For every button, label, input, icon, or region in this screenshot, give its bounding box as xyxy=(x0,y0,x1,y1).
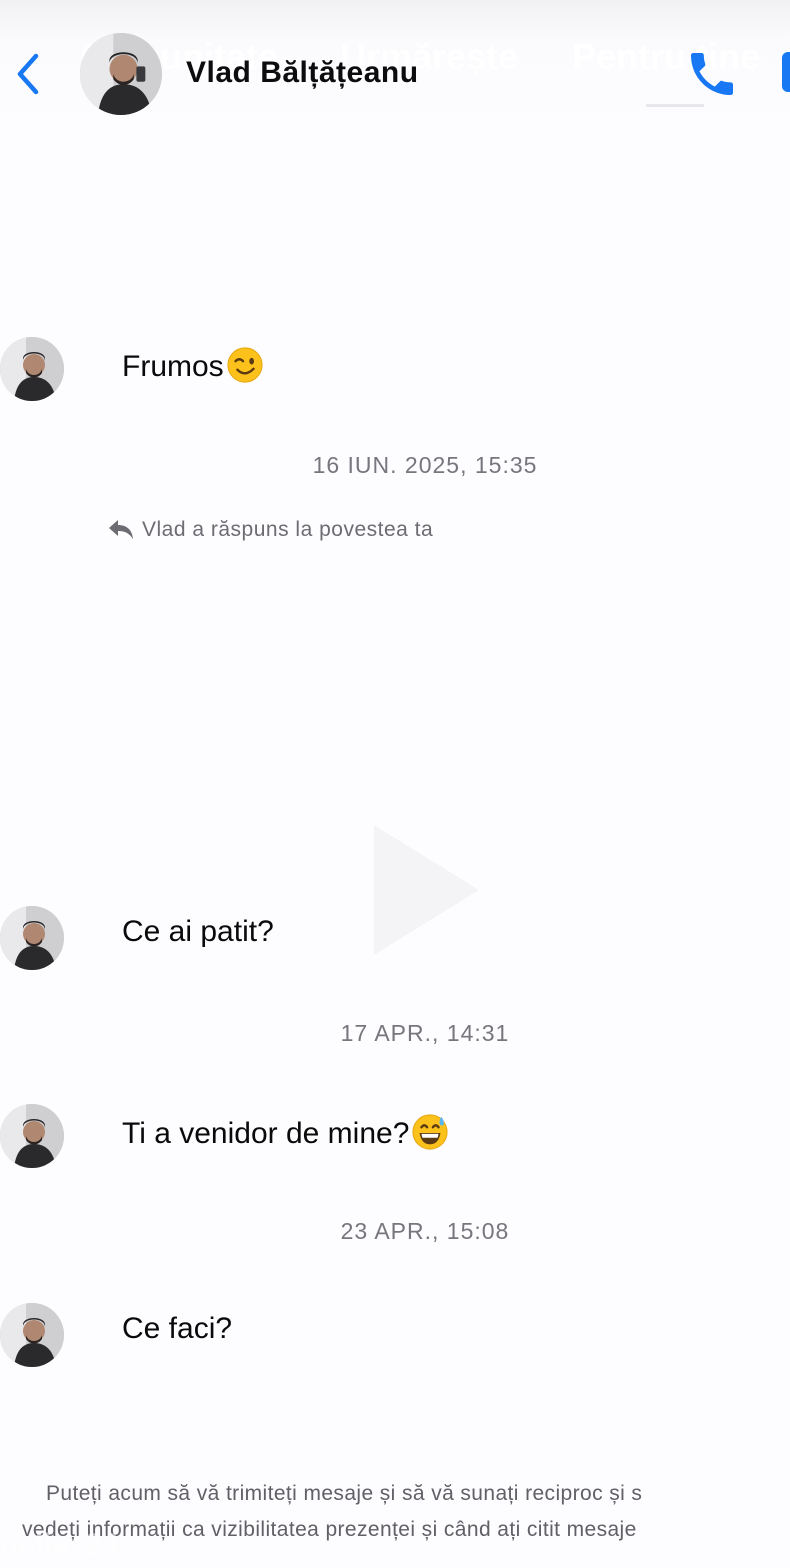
sender-avatar[interactable] xyxy=(0,906,64,970)
story-reply-note: Vlad a răspuns la povestea ta xyxy=(108,518,433,542)
sender-avatar[interactable] xyxy=(0,1303,64,1367)
message-text[interactable]: Frumos xyxy=(122,346,264,384)
phone-icon xyxy=(691,53,733,95)
message-text[interactable]: Ce ai patit? xyxy=(122,915,274,949)
grinning-sweat-emoji xyxy=(412,1114,448,1150)
chat-header: Comunitate Urmărește Pentru tine Vlad Bă… xyxy=(0,0,790,130)
privacy-notice: Puteți acum să vă trimiteți mesaje și să… xyxy=(0,1476,790,1548)
avatar-image xyxy=(80,33,162,115)
privacy-notice-line-2: vedeți informații ca vizibilitatea preze… xyxy=(22,1518,637,1541)
back-button[interactable] xyxy=(8,50,48,98)
call-button[interactable] xyxy=(684,46,740,102)
watermark: nelia_24 xyxy=(0,1528,119,1561)
header-divider xyxy=(646,104,704,107)
video-call-icon[interactable] xyxy=(782,52,790,92)
timestamp: 17 APR., 14:31 xyxy=(340,1020,510,1046)
reply-arrow-icon xyxy=(109,520,133,539)
sender-avatar[interactable] xyxy=(0,1104,64,1168)
contact-name[interactable]: Vlad Bălțățeanu xyxy=(186,56,419,90)
message-text[interactable]: Ti a venidor de mine? xyxy=(122,1113,449,1151)
chevron-left-icon xyxy=(17,53,39,95)
privacy-notice-line-1: Puteți acum să vă trimiteți mesaje și să… xyxy=(46,1482,643,1505)
contact-avatar[interactable] xyxy=(80,33,162,115)
timestamp: 23 APR., 15:08 xyxy=(340,1218,510,1244)
winking-face-emoji xyxy=(227,347,263,383)
avatar-image xyxy=(0,1104,64,1168)
avatar-image xyxy=(0,1303,64,1367)
sender-avatar[interactable] xyxy=(0,337,64,401)
message-text[interactable]: Ce faci? xyxy=(122,1312,232,1346)
timestamp: 16 IUN. 2025, 15:35 xyxy=(312,452,538,478)
play-icon xyxy=(374,825,479,955)
avatar-image xyxy=(0,337,64,401)
avatar-image xyxy=(0,906,64,970)
